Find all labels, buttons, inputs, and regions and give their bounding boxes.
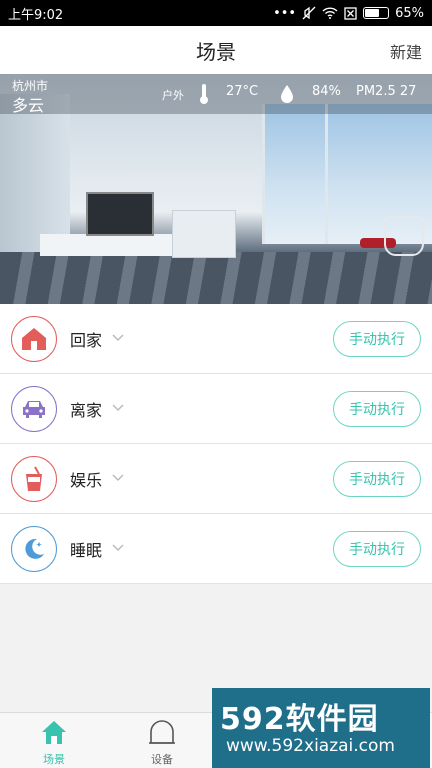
watermark-brand: 592软件园 xyxy=(220,702,379,737)
scene-name: 娱乐 xyxy=(70,471,103,490)
watermark: 592软件园 www.592xiazai.com xyxy=(212,688,430,768)
tab-label: 场景 xyxy=(43,753,65,766)
moon-icon xyxy=(11,526,57,572)
hero-floor xyxy=(0,252,432,304)
weather-pm25: PM2.5 27 xyxy=(356,84,417,99)
scene-name: 睡眠 xyxy=(70,541,103,560)
chevron-down-icon[interactable] xyxy=(112,541,124,553)
home-icon xyxy=(11,316,57,362)
chevron-down-icon[interactable] xyxy=(112,471,124,483)
tab-devices[interactable]: 设备 xyxy=(108,713,216,768)
weather-location-label: 户外 xyxy=(162,89,184,102)
scene-row-entertainment[interactable]: 娱乐 手动执行 xyxy=(0,444,432,514)
scene-row-away[interactable]: 离家 手动执行 xyxy=(0,374,432,444)
home-icon xyxy=(42,721,66,744)
scene-name: 离家 xyxy=(70,401,103,420)
scene-list: 回家 手动执行 离家 手动执行 娱乐 手动执行 睡眠 手动执行 xyxy=(0,304,432,584)
manual-execute-button[interactable]: 手动执行 xyxy=(333,391,421,427)
status-icons: ••• 65% xyxy=(273,6,424,21)
car-icon xyxy=(11,386,57,432)
no-sim-icon xyxy=(344,6,357,20)
battery-level: 65% xyxy=(395,5,424,21)
weather-temperature: 27°C xyxy=(226,84,259,99)
app-header: 场景 新建 xyxy=(0,26,432,74)
hero-banner: 杭州市 多云 户外 27°C 84% PM2.5 27 xyxy=(0,74,432,304)
battery-icon xyxy=(363,7,390,19)
scene-name: 回家 xyxy=(70,331,103,350)
watermark-url: www.592xiazai.com xyxy=(226,736,395,756)
chevron-down-icon[interactable] xyxy=(112,331,124,343)
hero-cabinet xyxy=(40,234,180,256)
tab-scenes[interactable]: 场景 xyxy=(0,713,108,768)
humidity-drop-icon xyxy=(281,85,293,103)
device-icon xyxy=(149,720,175,744)
page-title: 场景 xyxy=(196,39,236,64)
drink-icon xyxy=(11,456,57,502)
status-bar: 上午9:02 ••• 65% xyxy=(0,0,432,26)
hero-drawers xyxy=(172,210,236,258)
weather-bar: 杭州市 多云 户外 27°C 84% PM2.5 27 xyxy=(0,74,432,115)
scene-row-sleep[interactable]: 睡眠 手动执行 xyxy=(0,514,432,584)
weather-condition: 多云 xyxy=(12,96,45,115)
scene-row-home[interactable]: 回家 手动执行 xyxy=(0,304,432,374)
tab-label: 设备 xyxy=(151,753,173,766)
hero-chair xyxy=(384,216,424,256)
chevron-down-icon[interactable] xyxy=(112,401,124,413)
mute-icon xyxy=(302,6,316,20)
status-time: 上午9:02 xyxy=(8,7,64,23)
hero-tv xyxy=(86,192,154,236)
thermometer-icon xyxy=(200,84,208,104)
weather-humidity: 84% xyxy=(312,84,341,99)
more-dots-icon: ••• xyxy=(273,5,297,21)
wifi-icon xyxy=(322,7,338,19)
new-scene-button[interactable]: 新建 xyxy=(390,39,422,63)
manual-execute-button[interactable]: 手动执行 xyxy=(333,531,421,567)
manual-execute-button[interactable]: 手动执行 xyxy=(333,461,421,497)
manual-execute-button[interactable]: 手动执行 xyxy=(333,321,421,357)
